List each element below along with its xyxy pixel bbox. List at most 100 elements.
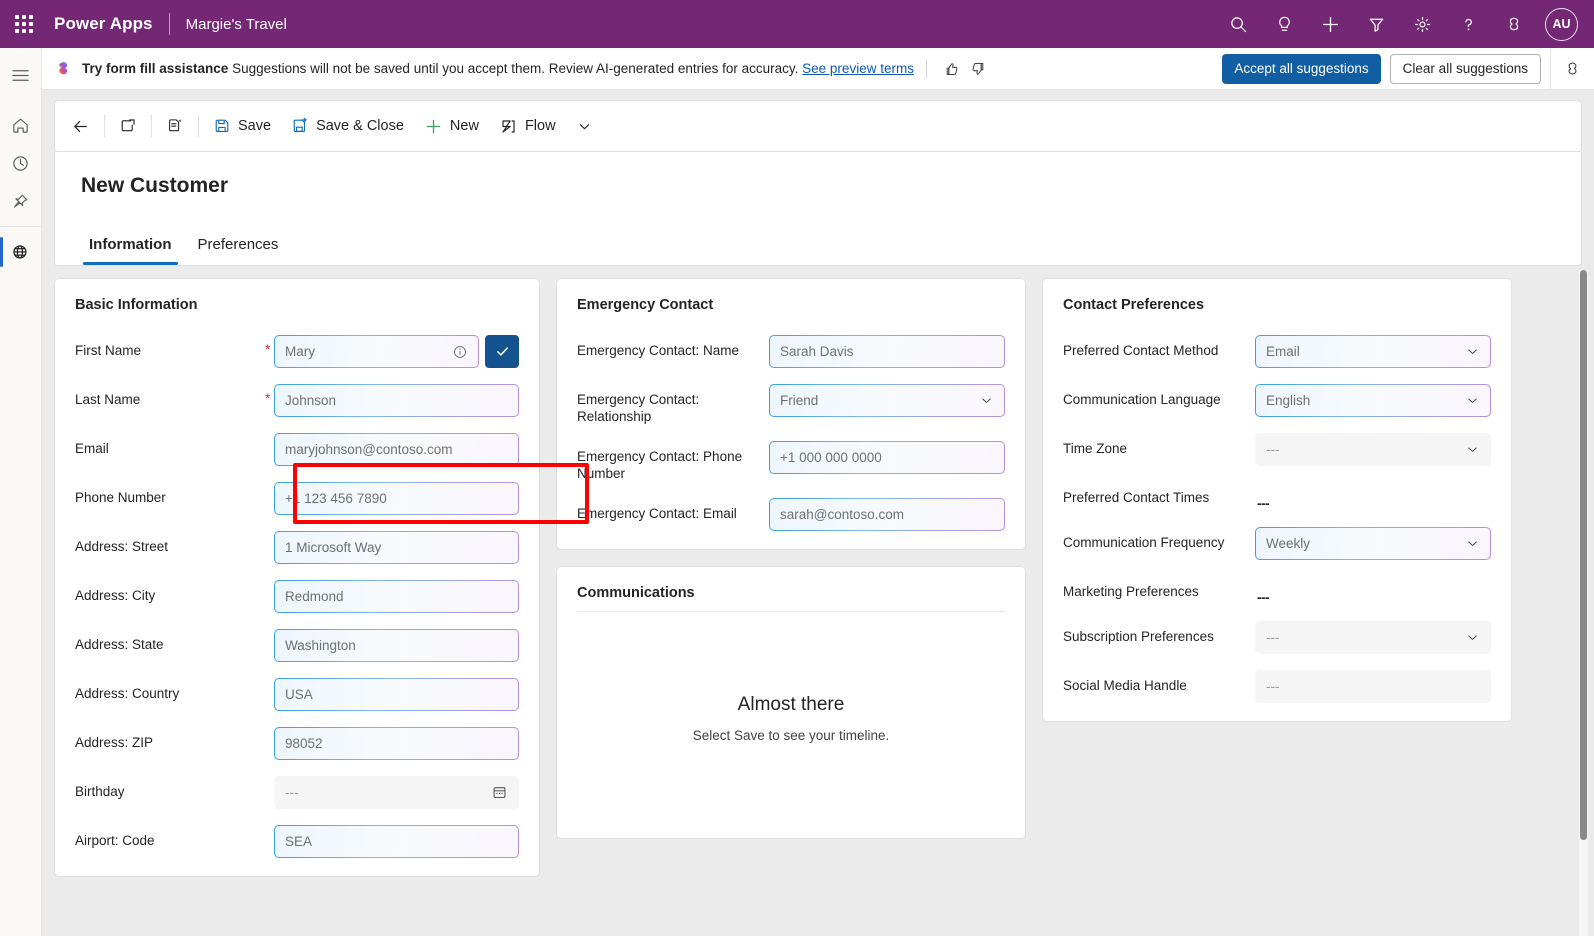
spacer-city [265,580,274,586]
airport-code-input[interactable]: SEA [274,825,519,858]
ec-name-input[interactable]: Sarah Davis [769,335,1005,368]
gear-icon[interactable] [1399,0,1445,48]
scrollbar-thumb[interactable] [1580,270,1587,840]
social-media-handle-input[interactable]: --- [1255,670,1491,703]
new-button[interactable]: New [414,107,489,145]
field-row-address-street: Address: Street 1 Microsoft Way [75,531,519,564]
communication-language-dropdown[interactable]: English [1255,384,1491,417]
field-label-email: Email [75,433,265,457]
airport-code-value: SEA [285,834,508,849]
plus-icon[interactable] [1307,0,1353,48]
required-marker-first-name: * [265,335,274,357]
preferred-contact-method-dropdown[interactable]: Email [1255,335,1491,368]
sidebar-item-pinned[interactable] [0,182,42,220]
info-icon[interactable] [452,344,468,360]
address-zip-value: 98052 [285,736,508,751]
brand-title[interactable]: Power Apps [48,14,153,34]
field-label-last-name: Last Name [75,384,265,408]
phone-number-input[interactable]: +1 123 456 7890 [274,482,519,515]
birthday-input[interactable]: --- [274,776,519,809]
sidebar-item-recent[interactable] [0,144,42,182]
communication-frequency-dropdown[interactable]: Weekly [1255,527,1491,560]
header-actions: AU [1215,0,1594,48]
email-input[interactable]: maryjohnson@contoso.com [274,433,519,466]
back-button[interactable] [61,107,100,145]
address-country-input[interactable]: USA [274,678,519,711]
address-street-input[interactable]: 1 Microsoft Way [274,531,519,564]
accept-all-suggestions-button[interactable]: Accept all suggestions [1222,54,1380,84]
spacer-phone [265,482,274,488]
flow-label: Flow [525,118,556,134]
copilot-logo-icon [54,59,73,78]
calendar-icon[interactable] [491,784,508,801]
preview-terms-link[interactable]: See preview terms [802,61,914,76]
accept-suggestion-button[interactable] [485,335,519,368]
subscription-preferences-value: --- [1266,630,1459,645]
marketing-preferences-value: --- [1255,576,1271,605]
flow-button[interactable]: Flow [489,107,566,145]
clear-all-suggestions-button[interactable]: Clear all suggestions [1390,54,1541,84]
field-row-email: Email maryjohnson@contoso.com [75,433,519,466]
form-tabs: Information Preferences [81,230,1555,265]
avatar[interactable]: AU [1545,8,1578,41]
emergency-contact-title: Emergency Contact [577,297,1005,313]
field-label-ec-email: Emergency Contact: Email [577,498,769,522]
address-zip-input[interactable]: 98052 [274,727,519,760]
help-icon[interactable] [1445,0,1491,48]
field-row-preferred-contact-times: Preferred Contact Times --- [1063,482,1491,511]
field-row-ec-relationship: Emergency Contact: Relationship Friend [577,384,1005,425]
tab-information[interactable]: Information [81,230,180,265]
copilot-icon[interactable] [1491,0,1537,48]
chevron-down-icon [1465,536,1480,551]
thumbs-down-icon[interactable] [965,56,991,82]
content-scrollbar[interactable] [1579,270,1588,936]
ec-relationship-dropdown[interactable]: Friend [769,384,1005,417]
field-label-ec-phone: Emergency Contact: Phone Number [577,441,769,482]
lightbulb-icon[interactable] [1261,0,1307,48]
app-launcher-icon[interactable] [0,0,48,48]
search-icon[interactable] [1215,0,1261,48]
field-label-preferred-contact-times: Preferred Contact Times [1063,482,1255,506]
ec-email-value: sarah@contoso.com [780,507,994,522]
form-fill-assistance-button[interactable] [156,107,194,145]
field-row-time-zone: Time Zone --- [1063,433,1491,466]
ec-name-value: Sarah Davis [780,344,994,359]
chevron-down-icon [1465,393,1480,408]
copilot-panel-toggle-icon[interactable] [1550,48,1594,90]
main-region: Try form fill assistance Suggestions wil… [42,48,1594,936]
communications-panel: Communications Almost there Select Save … [556,566,1026,839]
time-zone-dropdown[interactable]: --- [1255,433,1491,466]
save-button[interactable]: Save [203,107,281,145]
field-label-airport-code: Airport: Code [75,825,265,849]
sidebar-item-customers[interactable] [0,233,42,271]
address-city-input[interactable]: Redmond [274,580,519,613]
timeline-empty-subtitle: Select Save to see your timeline. [693,728,890,743]
tab-preferences[interactable]: Preferences [190,230,287,265]
field-label-subscription-preferences: Subscription Preferences [1063,621,1255,645]
basic-information-title: Basic Information [75,297,519,313]
command-bar: Save Save & Close New [54,100,1582,152]
field-label-address-state: Address: State [75,629,265,653]
app-name[interactable]: Margie's Travel [186,16,287,33]
thumbs-up-icon[interactable] [939,56,965,82]
field-label-first-name: First Name [75,335,265,359]
field-row-communication-language: Communication Language English [1063,384,1491,417]
save-and-close-button[interactable]: Save & Close [281,107,414,145]
column-contact-preferences: Contact Preferences Preferred Contact Me… [1042,278,1512,936]
ec-email-input[interactable]: sarah@contoso.com [769,498,1005,531]
sidebar-item-home[interactable] [0,106,42,144]
command-divider-2 [151,115,152,137]
ec-phone-input[interactable]: +1 000 000 0000 [769,441,1005,474]
filter-icon[interactable] [1353,0,1399,48]
last-name-input[interactable]: Johnson [274,384,519,417]
contact-preferences-panel: Contact Preferences Preferred Contact Me… [1042,278,1512,722]
address-state-input[interactable]: Washington [274,629,519,662]
first-name-input[interactable]: Mary [274,335,479,368]
phone-number-value: +1 123 456 7890 [285,491,508,506]
open-in-new-window-button[interactable] [109,107,147,145]
field-row-marketing-preferences: Marketing Preferences --- [1063,576,1491,605]
chevron-down-icon [979,393,994,408]
subscription-preferences-dropdown[interactable]: --- [1255,621,1491,654]
chevron-down-icon[interactable] [566,107,603,145]
hamburger-menu-icon[interactable] [0,56,42,94]
